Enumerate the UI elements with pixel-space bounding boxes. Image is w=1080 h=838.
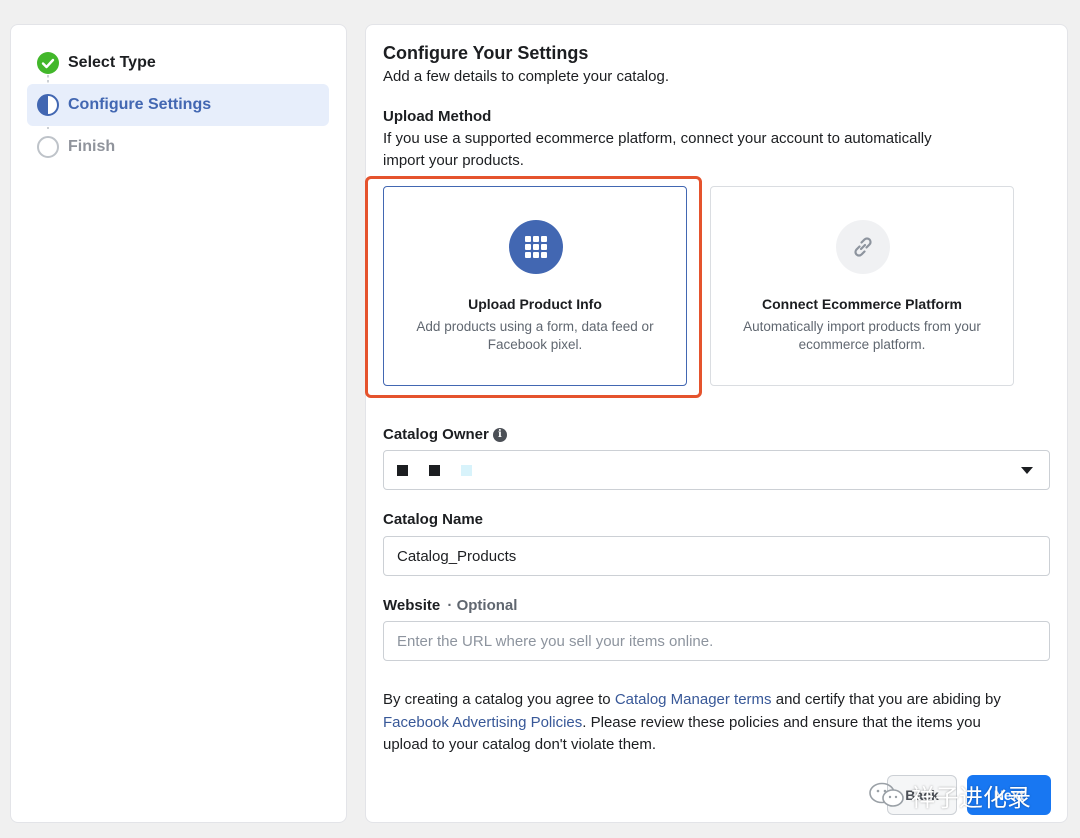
step-finish[interactable]: Finish	[27, 126, 329, 168]
option-desc: Automatically import products from your …	[731, 318, 993, 354]
upload-method-desc: If you use a supported ecommerce platfor…	[383, 130, 932, 147]
option-title: Connect Ecommerce Platform	[762, 296, 962, 312]
link-icon	[836, 220, 890, 274]
catalog-name-label: Catalog Name	[383, 511, 484, 528]
option-desc: Add products using a form, data feed or …	[404, 318, 666, 354]
owner-avatar-block	[461, 464, 472, 476]
website-label: Website · Optional	[383, 597, 517, 614]
option-desc-line: Facebook pixel.	[487, 337, 583, 352]
terms-text: By creating a catalog you agree to Catal…	[383, 689, 1053, 757]
website-input[interactable]	[397, 632, 1049, 650]
upload-method-desc: import your products.	[383, 152, 524, 169]
page-title: Configure Your Settings	[383, 43, 589, 63]
catalog-name-input[interactable]	[397, 547, 1049, 565]
catalog-owner-label-text: Catalog Owner	[383, 426, 489, 443]
stepper-panel: Select Type Configure Settings Finish	[10, 24, 347, 823]
option-desc-line: ecommerce platform.	[798, 337, 926, 352]
optional-tag: · Optional	[447, 597, 518, 614]
option-title: Upload Product Info	[468, 296, 602, 312]
wechat-icon	[869, 782, 904, 807]
option-upload-product-info[interactable]: Upload Product Info Add products using a…	[383, 186, 687, 386]
option-desc-line: Add products using a form, data feed or	[416, 319, 654, 334]
upload-method-label: Upload Method	[383, 108, 492, 125]
terms-text-part: By creating a catalog you agree to	[383, 691, 615, 708]
catalog-owner-label: Catalog Owner i	[383, 426, 507, 443]
half-circle-icon	[37, 94, 59, 116]
page-subtitle: Add a few details to complete your catal…	[383, 68, 669, 85]
website-field[interactable]	[383, 621, 1050, 661]
terms-text-part: and certify that you are abiding by	[771, 691, 1001, 708]
watermark-text: 祥子进化录	[911, 784, 1031, 812]
check-circle-icon	[37, 52, 59, 74]
empty-circle-icon	[37, 136, 59, 158]
advertising-policies-link[interactable]: Facebook Advertising Policies	[383, 714, 582, 731]
terms-text-part: . Please review these policies and ensur…	[582, 713, 981, 731]
step-label: Finish	[68, 138, 116, 155]
chevron-down-icon	[1021, 467, 1033, 474]
option-connect-ecommerce[interactable]: Connect Ecommerce Platform Automatically…	[710, 186, 1014, 386]
catalog-manager-terms-link[interactable]: Catalog Manager terms	[615, 691, 772, 708]
step-label: Configure Settings	[68, 96, 212, 113]
option-desc-line: Automatically import products from your	[743, 319, 981, 334]
terms-text-part: upload to your catalog don't violate the…	[383, 736, 657, 753]
step-select-type[interactable]: Select Type	[27, 42, 329, 84]
website-label-text: Website	[383, 597, 441, 614]
owner-avatar-block	[429, 464, 440, 476]
info-icon[interactable]: i	[492, 427, 507, 442]
catalog-owner-select[interactable]	[383, 450, 1050, 490]
catalog-name-field[interactable]	[383, 536, 1050, 576]
grid-icon	[509, 220, 563, 274]
watermark: 祥子进化录	[867, 777, 1031, 813]
settings-panel: Configure Your Settings Add a few detail…	[365, 24, 1068, 823]
step-configure-settings[interactable]: Configure Settings	[27, 84, 329, 126]
step-label: Select Type	[68, 54, 156, 71]
owner-avatar-block	[397, 464, 408, 476]
